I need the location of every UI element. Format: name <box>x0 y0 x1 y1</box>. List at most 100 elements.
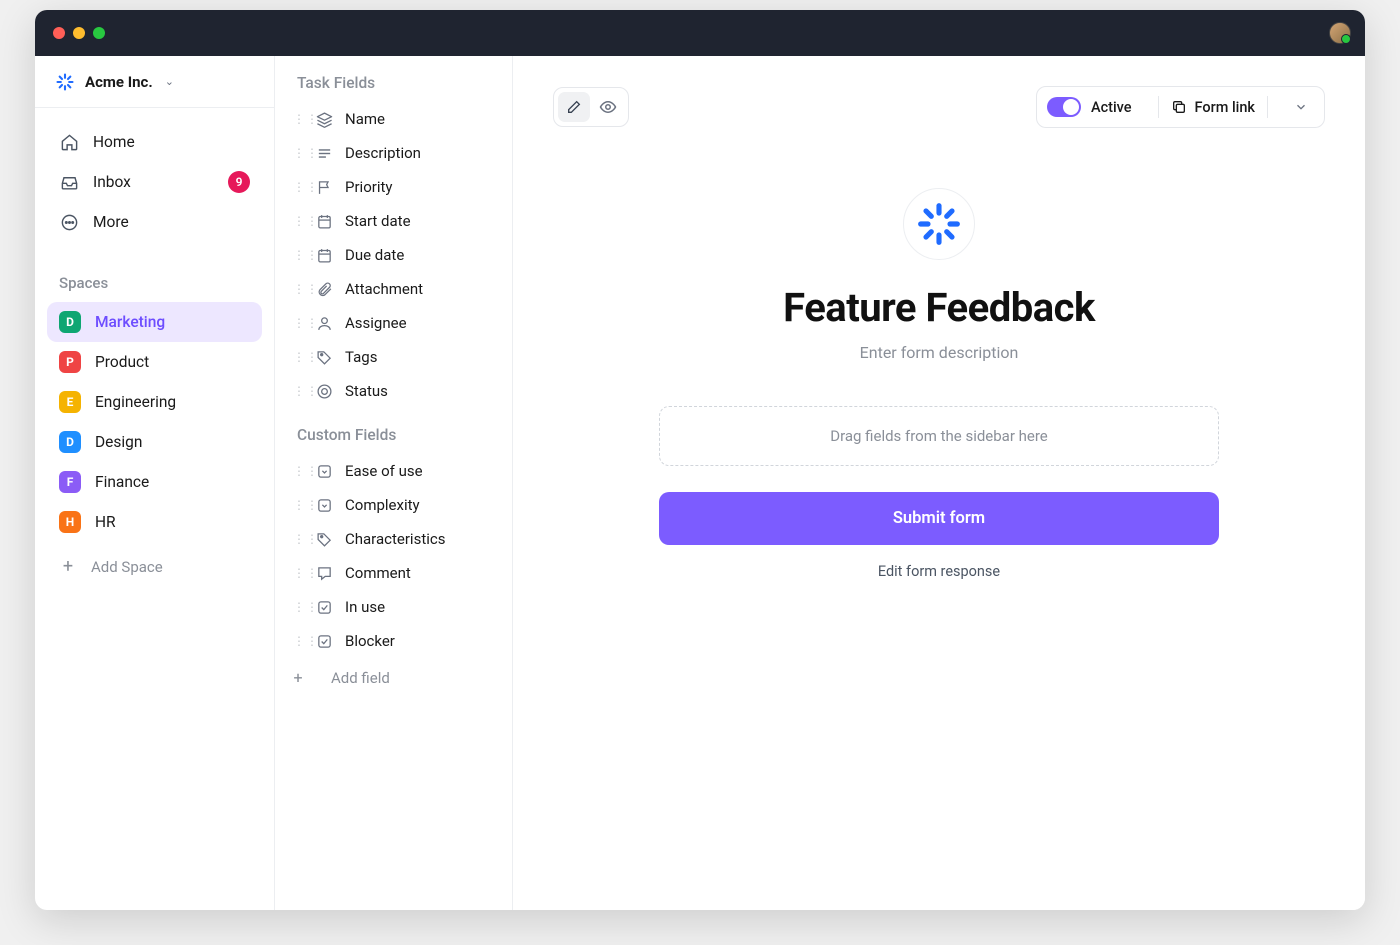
user-avatar[interactable] <box>1329 22 1351 44</box>
task-fields-header: Task Fields <box>275 74 512 102</box>
space-item-engineering[interactable]: E Engineering <box>47 382 262 422</box>
attachment-icon <box>315 280 333 298</box>
drag-handle-icon: ⋮⋮ <box>293 214 303 228</box>
space-icon: H <box>59 511 81 533</box>
field-label: Complexity <box>345 496 420 514</box>
drag-handle-icon: ⋮⋮ <box>293 532 303 546</box>
add-space-label: Add Space <box>91 558 163 576</box>
custom-field-blocker[interactable]: ⋮⋮Blocker <box>275 624 512 658</box>
mode-tabs <box>553 87 629 127</box>
form-link-label: Form link <box>1195 99 1255 116</box>
chevron-down-icon <box>1294 100 1308 114</box>
flag-icon <box>315 178 333 196</box>
task-field-assignee[interactable]: ⋮⋮Assignee <box>275 306 512 340</box>
custom-field-complexity[interactable]: ⋮⋮ Complexity <box>275 488 512 522</box>
space-label: Marketing <box>95 313 165 331</box>
form-dropzone[interactable]: Drag fields from the sidebar here <box>659 406 1219 466</box>
task-field-name[interactable]: ⋮⋮Name <box>275 102 512 136</box>
task-field-start-date[interactable]: ⋮⋮ Start date <box>275 204 512 238</box>
nav-home[interactable]: Home <box>47 122 262 162</box>
custom-fields-header: Custom Fields <box>275 408 512 454</box>
space-icon: D <box>59 431 81 453</box>
space-item-hr[interactable]: H HR <box>47 502 262 542</box>
chevron-down-icon: ⌄ <box>165 75 174 88</box>
divider <box>1158 96 1159 118</box>
task-field-description[interactable]: ⋮⋮Description <box>275 136 512 170</box>
task-field-attachment[interactable]: ⋮⋮Attachment <box>275 272 512 306</box>
preview-mode-tab[interactable] <box>592 92 624 122</box>
custom-field-comment[interactable]: ⋮⋮ Comment <box>275 556 512 590</box>
submit-button[interactable]: Submit form <box>659 492 1219 545</box>
org-name: Acme Inc. <box>85 73 153 91</box>
nav-more[interactable]: More <box>47 202 262 242</box>
dropdown-icon <box>315 496 333 514</box>
form-options-dropdown[interactable] <box>1280 100 1314 114</box>
space-icon: F <box>59 471 81 493</box>
drag-handle-icon: ⋮⋮ <box>293 464 303 478</box>
edit-mode-tab[interactable] <box>558 92 590 122</box>
window-close[interactable] <box>53 27 65 39</box>
divider <box>1267 96 1268 118</box>
custom-field-characteristics[interactable]: ⋮⋮Characteristics <box>275 522 512 556</box>
field-label: Blocker <box>345 632 395 650</box>
eye-icon <box>599 98 617 116</box>
tag-icon <box>315 530 333 548</box>
task-field-tags[interactable]: ⋮⋮Tags <box>275 340 512 374</box>
field-label: Priority <box>345 178 392 196</box>
comment-icon <box>315 564 333 582</box>
field-label: Due date <box>345 246 404 264</box>
custom-field-in-use[interactable]: ⋮⋮In use <box>275 590 512 624</box>
space-icon: E <box>59 391 81 413</box>
dropdown-icon <box>315 462 333 480</box>
layers-icon <box>315 110 333 128</box>
main-area: Active Form link Feature <box>513 56 1365 910</box>
field-label: In use <box>345 598 385 616</box>
drag-handle-icon: ⋮⋮ <box>293 498 303 512</box>
form-description[interactable]: Enter form description <box>659 343 1219 362</box>
drag-handle-icon: ⋮⋮ <box>293 350 303 364</box>
add-space-button[interactable]: + Add Space <box>35 546 274 587</box>
task-field-status[interactable]: ⋮⋮Status <box>275 374 512 408</box>
field-label: Start date <box>345 212 411 230</box>
home-icon <box>59 132 79 152</box>
field-label: Name <box>345 110 385 128</box>
space-label: Product <box>95 353 149 371</box>
form-link-button[interactable]: Form link <box>1171 99 1255 116</box>
space-item-design[interactable]: DDesign <box>47 422 262 462</box>
checkbox-icon <box>315 598 333 616</box>
task-field-due-date[interactable]: ⋮⋮Due date <box>275 238 512 272</box>
add-field-label: Add field <box>331 669 390 687</box>
space-item-finance[interactable]: FFinance <box>47 462 262 502</box>
field-label: Assignee <box>345 314 407 332</box>
space-item-marketing[interactable]: D Marketing <box>47 302 262 342</box>
nav-inbox-label: Inbox <box>93 173 131 191</box>
org-logo-icon <box>55 72 75 92</box>
space-icon: D <box>59 311 81 333</box>
space-item-product[interactable]: PProduct <box>47 342 262 382</box>
task-field-priority[interactable]: ⋮⋮ Priority <box>275 170 512 204</box>
field-label: Status <box>345 382 388 400</box>
calendar-icon <box>315 212 333 230</box>
window-minimize[interactable] <box>73 27 85 39</box>
space-label: HR <box>95 513 116 531</box>
spaces-header: Spaces <box>35 256 274 302</box>
form-title[interactable]: Feature Feedback <box>659 284 1219 331</box>
drag-handle-icon: ⋮⋮ <box>293 146 303 160</box>
more-icon <box>59 212 79 232</box>
plus-icon: + <box>293 668 303 687</box>
custom-field-ease-of-use[interactable]: ⋮⋮ Ease of use <box>275 454 512 488</box>
drag-handle-icon: ⋮⋮ <box>293 180 303 194</box>
active-toggle-label: Active <box>1091 99 1132 116</box>
space-label: Engineering <box>95 393 176 411</box>
pencil-icon <box>566 99 582 115</box>
active-toggle[interactable] <box>1047 97 1081 117</box>
drag-handle-icon: ⋮⋮ <box>293 566 303 580</box>
nav-inbox[interactable]: Inbox 9 <box>47 162 262 202</box>
field-label: Ease of use <box>345 462 423 480</box>
edit-response-link[interactable]: Edit form response <box>659 563 1219 580</box>
add-field-button[interactable]: + Add field <box>275 658 512 697</box>
form-logo[interactable] <box>903 188 975 260</box>
org-switcher[interactable]: Acme Inc. ⌄ <box>35 56 274 108</box>
field-label: Comment <box>345 564 411 582</box>
window-maximize[interactable] <box>93 27 105 39</box>
